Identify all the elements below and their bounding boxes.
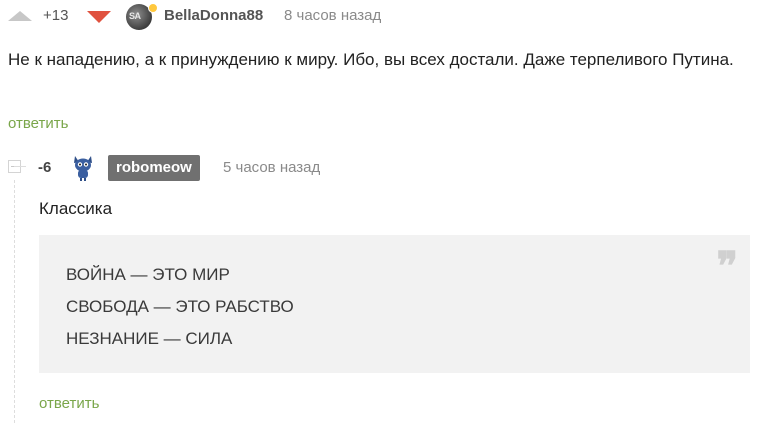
online-status-dot <box>148 3 158 13</box>
comment-time: 5 часов назад <box>223 159 321 176</box>
username-link[interactable]: BellaDonna88 <box>164 7 263 24</box>
upvote-icon[interactable] <box>8 11 32 21</box>
thread-branch-line <box>14 166 26 167</box>
reply-link[interactable]: ответить <box>39 395 99 412</box>
quote-line: СВОБОДА — ЭТО РАБСТВО <box>66 297 294 316</box>
quote-icon: ❞ <box>716 243 738 290</box>
quote-line: ВОЙНА — ЭТО МИР <box>66 265 230 284</box>
quote-block: ВОЙНА — ЭТО МИР СВОБОДА — ЭТО РАБСТВО НЕ… <box>39 235 750 373</box>
downvote-icon[interactable] <box>87 11 111 23</box>
username-badge[interactable]: robomeow <box>108 155 200 181</box>
thread-line[interactable] <box>14 180 16 423</box>
comment-text: Не к нападению, а к принуждению к миру. … <box>8 50 734 69</box>
rating: -6 <box>38 159 52 176</box>
quote-lines: ВОЙНА — ЭТО МИР СВОБОДА — ЭТО РАБСТВО НЕ… <box>66 259 294 355</box>
avatar-text: SA <box>129 11 141 21</box>
quote-line: НЕЗНАНИЕ — СИЛА <box>66 329 233 348</box>
reply-link[interactable]: ответить <box>8 115 68 132</box>
comment-text: Классика <box>39 199 113 218</box>
comment-time: 8 часов назад <box>284 7 382 24</box>
cat-avatar-icon[interactable] <box>71 153 95 181</box>
rating: +13 <box>43 7 69 24</box>
